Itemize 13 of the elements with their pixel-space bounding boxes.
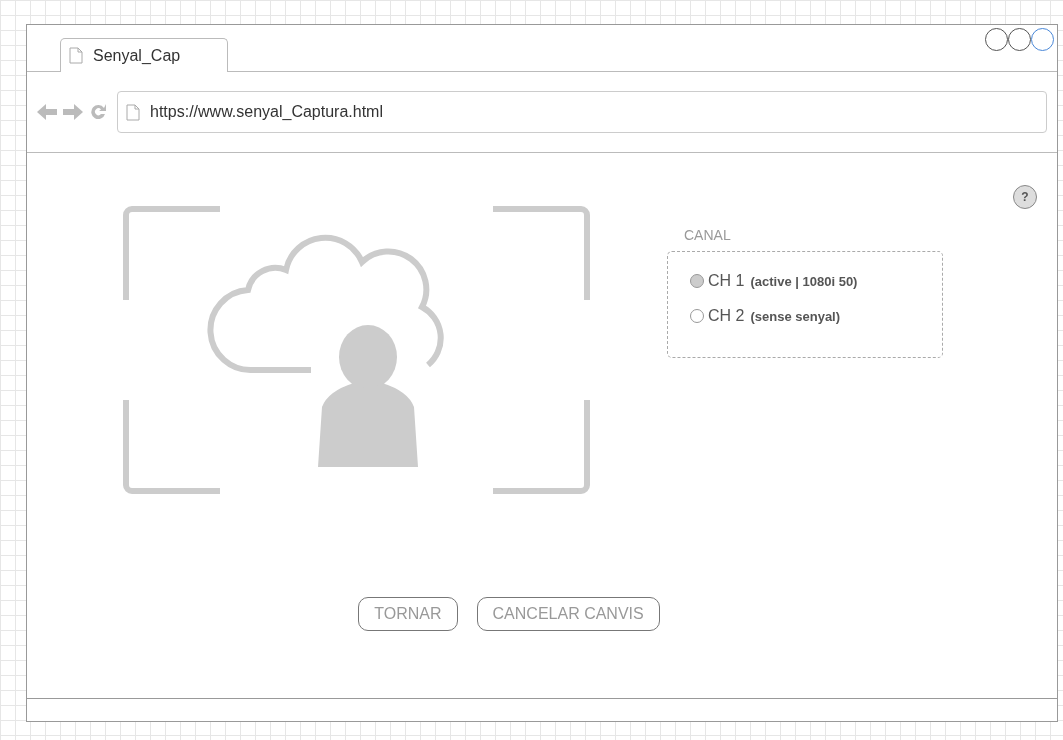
- url-text: https://www.senyal_Captura.html: [150, 103, 383, 121]
- address-bar[interactable]: https://www.senyal_Captura.html: [117, 91, 1047, 133]
- document-icon: [69, 47, 83, 64]
- channel-label: CANAL: [683, 227, 732, 243]
- document-icon: [126, 103, 140, 121]
- channel-option[interactable]: CH 1 (active | 1080i 50): [690, 272, 920, 290]
- channel-option[interactable]: CH 2 (sense senyal): [690, 307, 920, 325]
- tab-title: Senyal_Cap: [93, 46, 181, 65]
- reload-icon[interactable]: [89, 103, 107, 121]
- browser-tab[interactable]: Senyal_Cap: [60, 38, 228, 72]
- back-icon[interactable]: [37, 104, 57, 120]
- help-button[interactable]: ?: [1013, 185, 1037, 209]
- forward-icon[interactable]: [63, 104, 83, 120]
